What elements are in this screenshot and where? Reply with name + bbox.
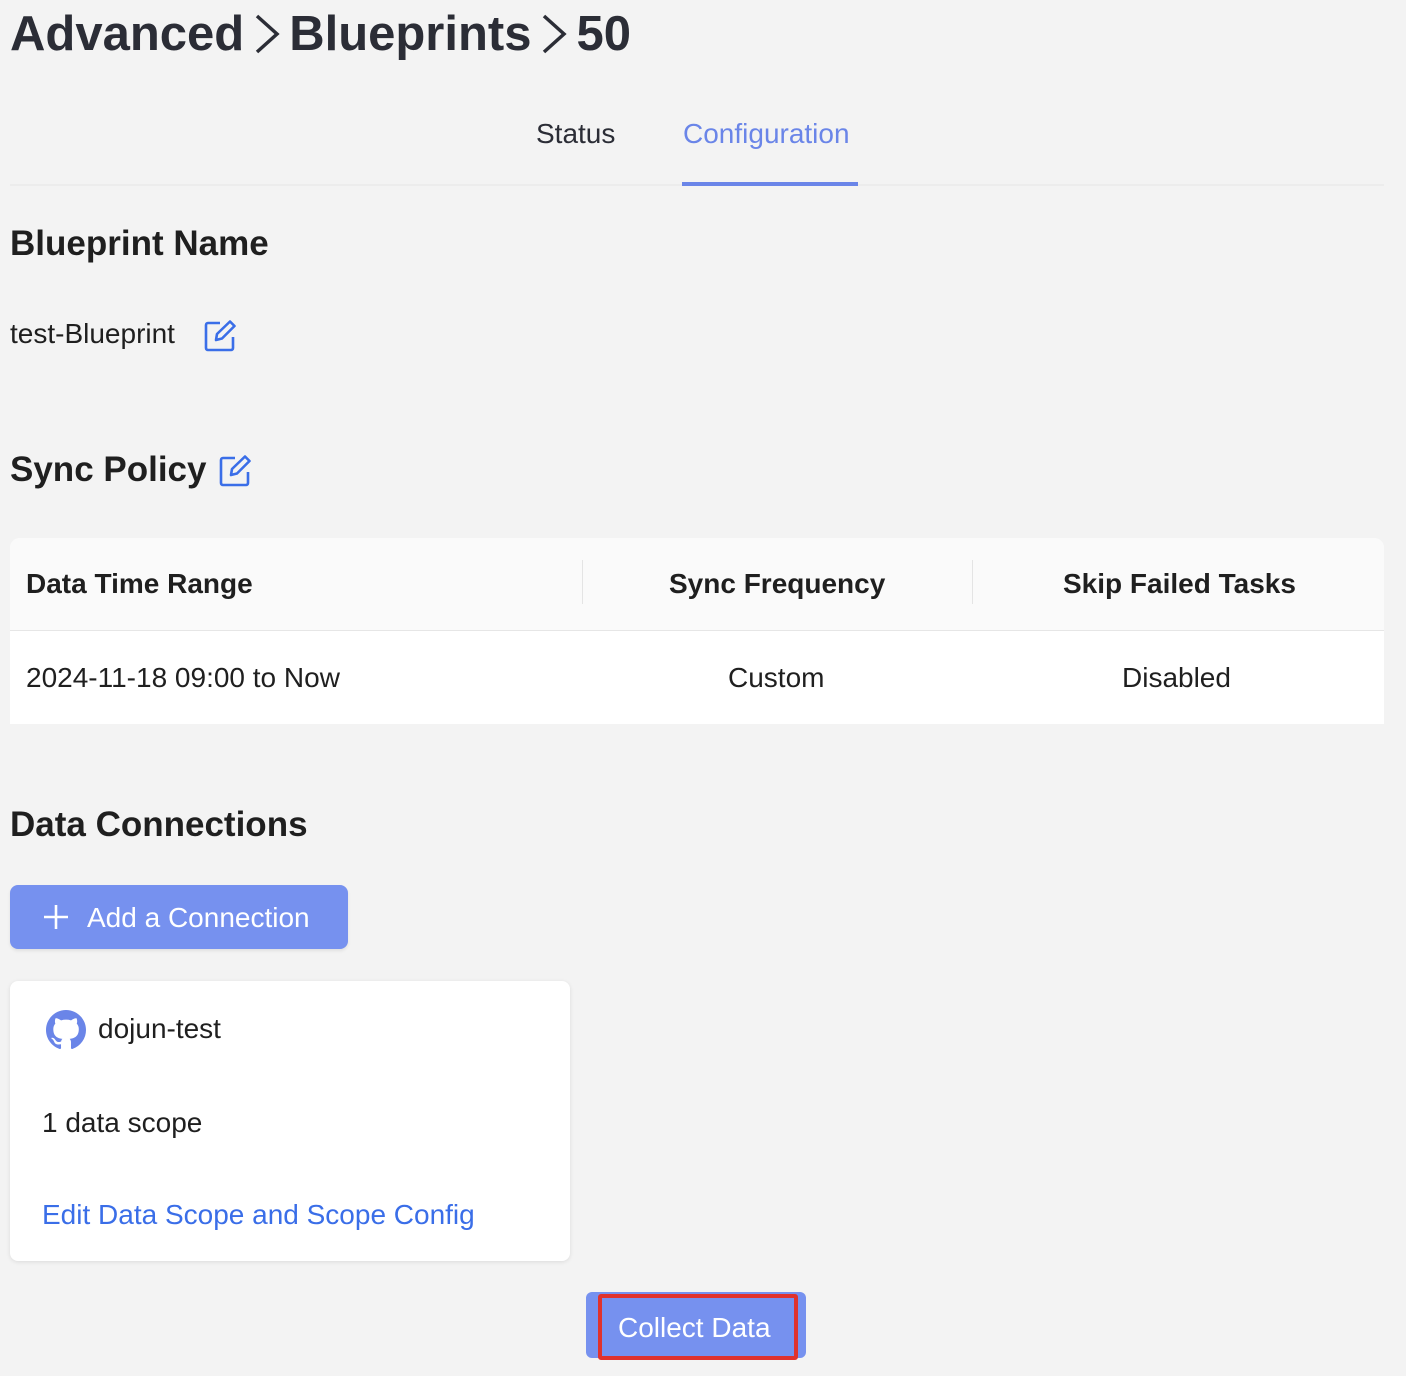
collect-data-button-wrapper: Collect Data xyxy=(586,1292,806,1360)
sync-policy-table: Data Time Range Sync Frequency Skip Fail… xyxy=(10,538,1384,724)
collect-data-button[interactable]: Collect Data xyxy=(598,1294,798,1360)
chevron-right-icon xyxy=(541,13,568,55)
column-divider xyxy=(582,560,583,604)
edit-data-scope-link[interactable]: Edit Data Scope and Scope Config xyxy=(42,1199,475,1231)
blueprint-name-heading: Blueprint Name xyxy=(10,224,269,263)
data-scope-count: 1 data scope xyxy=(42,1107,203,1138)
active-tab-indicator xyxy=(682,182,858,186)
github-icon xyxy=(46,1010,86,1055)
data-connections-heading: Data Connections xyxy=(10,805,308,844)
column-header: Data Time Range xyxy=(26,568,253,599)
chevron-right-icon xyxy=(254,13,280,55)
table-cell: 2024-11-18 09:00 to Now xyxy=(26,662,340,693)
tab-bar: Status Configuration xyxy=(10,100,1384,186)
table-cell: Disabled xyxy=(1122,662,1231,693)
breadcrumb-item-blueprints[interactable]: Blueprints xyxy=(289,6,531,62)
breadcrumb-item-current: 50 xyxy=(576,7,631,61)
plus-icon xyxy=(43,904,69,935)
sync-policy-heading: Sync Policy xyxy=(10,450,207,489)
add-connection-button[interactable]: Add a Connection xyxy=(10,885,348,949)
blueprint-name-value: test-Blueprint xyxy=(10,318,175,349)
collect-data-label: Collect Data xyxy=(618,1312,771,1343)
connection-name: dojun-test xyxy=(98,1013,221,1044)
edit-icon[interactable] xyxy=(219,455,251,492)
breadcrumb-item-advanced[interactable]: Advanced xyxy=(10,6,244,62)
table-cell: Custom xyxy=(728,662,825,693)
tab-status[interactable]: Status xyxy=(536,118,615,150)
column-header: Skip Failed Tasks xyxy=(1063,568,1296,599)
breadcrumb: Advanced Blueprints 50 xyxy=(10,4,631,64)
column-header: Sync Frequency xyxy=(669,568,886,599)
table-header: Data Time Range Sync Frequency Skip Fail… xyxy=(10,538,1384,631)
edit-icon[interactable] xyxy=(204,320,236,357)
column-divider xyxy=(972,560,973,604)
connection-card: dojun-test 1 data scope Edit Data Scope … xyxy=(10,981,570,1261)
tab-configuration[interactable]: Configuration xyxy=(683,118,850,150)
add-connection-label: Add a Connection xyxy=(87,902,310,933)
